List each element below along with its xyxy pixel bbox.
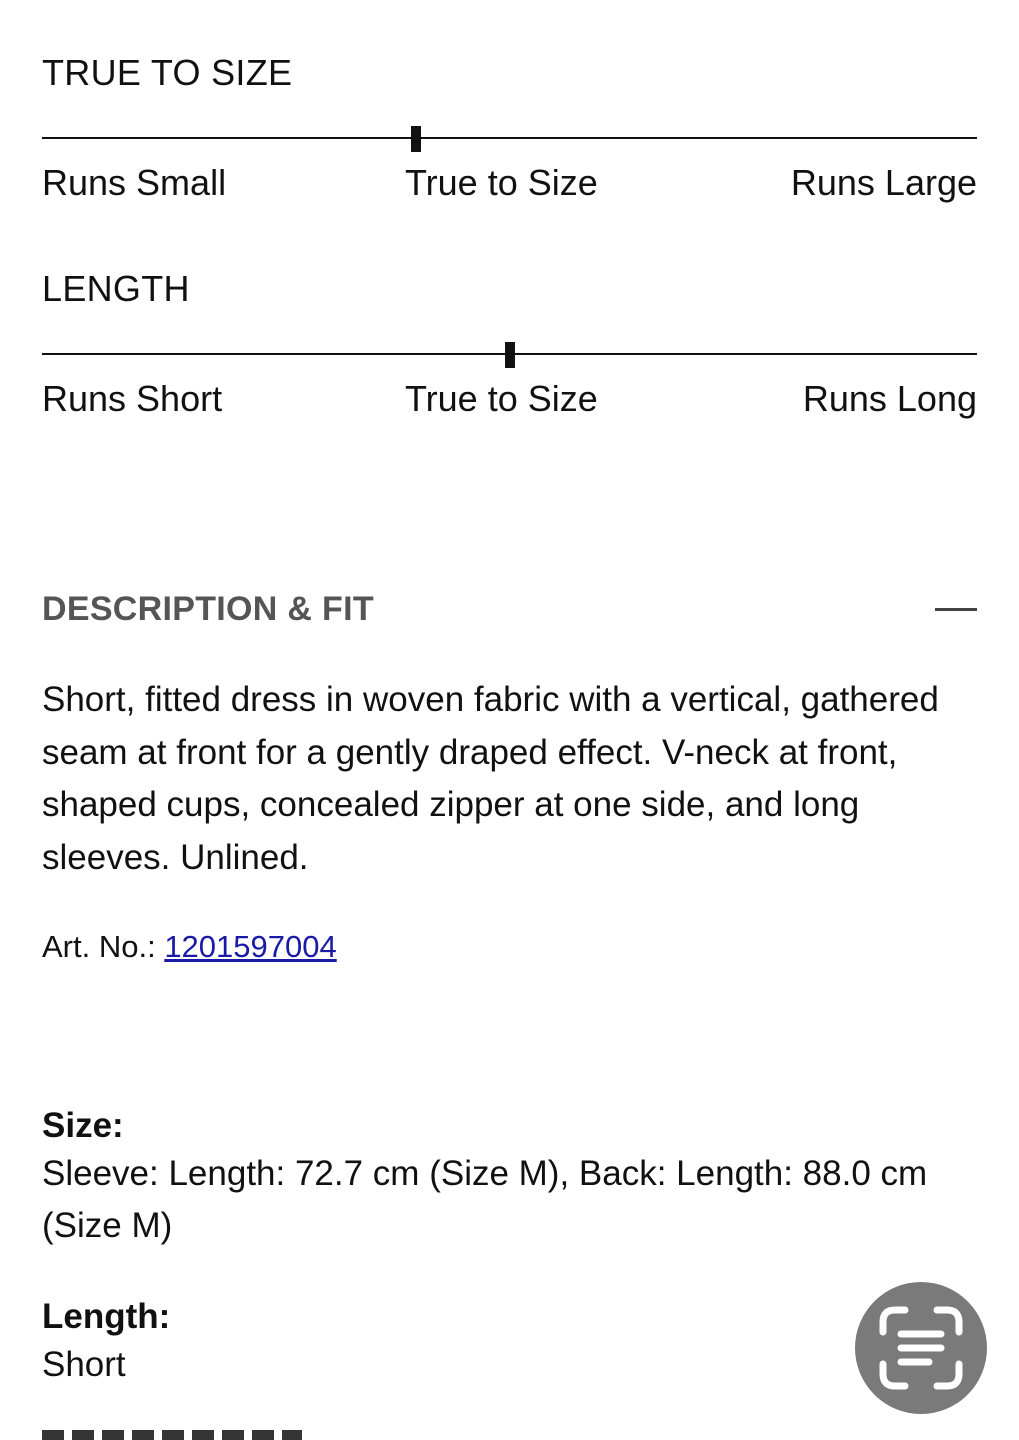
length-spec-title: Length: [42, 1297, 171, 1336]
fit-label-runs-small: Runs Small [42, 162, 227, 203]
fit-label-runs-short: Runs Short [42, 378, 223, 419]
article-number: Art. No.: 1201597004 [42, 928, 337, 965]
fit-scale-title-length: LENGTH [42, 268, 190, 309]
collapse-button[interactable] [930, 594, 980, 624]
text-scan-button[interactable] [855, 1282, 987, 1414]
minus-icon [935, 608, 977, 611]
fit-label-runs-large: Runs Large [790, 162, 977, 203]
fit-scale-track-size [42, 137, 977, 139]
article-number-link[interactable]: 1201597004 [164, 929, 336, 964]
article-number-label: Art. No.: [42, 929, 165, 964]
fit-scale-marker-length [504, 342, 515, 368]
fit-scale-title-size: TRUE TO SIZE [42, 52, 293, 93]
fit-label-true-to-size-length: True to Size [405, 378, 598, 419]
text-scan-icon [879, 1306, 963, 1390]
fit-label-true-to-size: True to Size [405, 162, 598, 203]
fit-label-runs-long: Runs Long [802, 378, 977, 419]
next-section-heading-cutoff [42, 1430, 302, 1440]
description-fit-header[interactable]: DESCRIPTION & FIT [42, 592, 374, 626]
fit-scale-marker-size [411, 126, 421, 152]
size-spec-value: Sleeve: Length: 72.7 cm (Size M), Back: … [42, 1154, 928, 1245]
product-description: Short, fitted dress in woven fabric with… [42, 680, 939, 877]
length-spec-value: Short [42, 1345, 126, 1384]
size-spec-title: Size: [42, 1106, 124, 1145]
